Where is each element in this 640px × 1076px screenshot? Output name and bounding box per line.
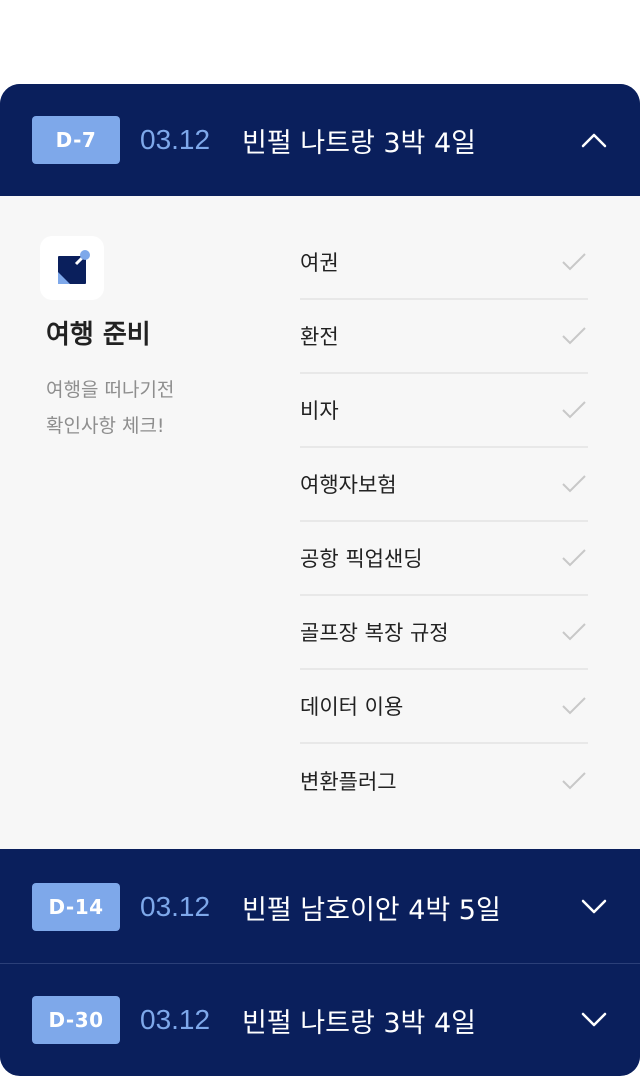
chevron-down-icon[interactable] xyxy=(578,891,610,923)
trip-title: 빈펄 남호이안 4박 5일 xyxy=(242,894,501,926)
trip-date: 03.12 xyxy=(140,124,211,155)
trip-date: 03.12 xyxy=(140,1004,211,1035)
chevron-down-icon[interactable] xyxy=(578,1004,610,1036)
prep-checklist: 여권 환전 비자 여행자보험 공항 픽업샌딩 골프장 복장 규정 데이터 이용 … xyxy=(300,226,588,818)
checklist-item-label: 비자 xyxy=(300,399,339,423)
trip-date: 03.12 xyxy=(140,891,211,922)
checklist-item-label: 골프장 복장 규정 xyxy=(300,621,449,645)
prep-desc-line: 확인사항 체크! xyxy=(46,415,165,437)
checklist-item-label: 공항 픽업샌딩 xyxy=(300,547,423,571)
trip-title: 빈펄 나트랑 3박 4일 xyxy=(242,1007,476,1039)
checklist-item[interactable]: 공항 픽업샌딩 xyxy=(300,522,588,596)
check-icon[interactable] xyxy=(560,618,588,646)
check-icon[interactable] xyxy=(560,470,588,498)
check-icon[interactable] xyxy=(560,692,588,720)
checklist-item[interactable]: 데이터 이용 xyxy=(300,670,588,744)
dday-badge: D-7 xyxy=(32,116,120,164)
checklist-item[interactable]: 골프장 복장 규정 xyxy=(300,596,588,670)
dday-badge: D-30 xyxy=(32,996,120,1044)
checklist-item-label: 데이터 이용 xyxy=(300,695,404,719)
checklist-item-label: 환전 xyxy=(300,325,339,349)
check-icon[interactable] xyxy=(560,396,588,424)
trip-header-d30[interactable]: D-30 03.12 빈펄 나트랑 3박 4일 xyxy=(0,963,640,1075)
trip-accordion: D-7 03.12 빈펄 나트랑 3박 4일 여행 준비 여행을 떠나기전 확인… xyxy=(0,84,640,1076)
dday-badge: D-14 xyxy=(32,883,120,931)
prep-description: 여행을 떠나기전 확인사항 체크! xyxy=(46,372,174,444)
trip-prep-panel: 여행 준비 여행을 떠나기전 확인사항 체크! 여권 환전 비자 여행자보험 공… xyxy=(0,196,640,851)
trip-header-d7[interactable]: D-7 03.12 빈펄 나트랑 3박 4일 xyxy=(0,84,640,196)
trip-header-d14[interactable]: D-14 03.12 빈펄 남호이안 4박 5일 xyxy=(0,851,640,963)
checklist-item-label: 여권 xyxy=(300,251,339,275)
checklist-item-label: 여행자보험 xyxy=(300,473,397,497)
prep-title: 여행 준비 xyxy=(46,320,151,350)
check-icon[interactable] xyxy=(560,248,588,276)
check-icon[interactable] xyxy=(560,322,588,350)
prep-desc-line: 여행을 떠나기전 xyxy=(46,379,175,401)
trip-title: 빈펄 나트랑 3박 4일 xyxy=(242,127,476,159)
sticky-note-pin-icon xyxy=(40,236,104,300)
checklist-item-label: 변환플러그 xyxy=(300,770,397,794)
checklist-item[interactable]: 여행자보험 xyxy=(300,448,588,522)
checklist-item[interactable]: 변환플러그 xyxy=(300,744,588,818)
chevron-up-icon[interactable] xyxy=(578,124,610,156)
checklist-item[interactable]: 비자 xyxy=(300,374,588,448)
check-icon[interactable] xyxy=(560,544,588,572)
checklist-item[interactable]: 환전 xyxy=(300,300,588,374)
check-icon[interactable] xyxy=(560,767,588,795)
checklist-item[interactable]: 여권 xyxy=(300,226,588,300)
